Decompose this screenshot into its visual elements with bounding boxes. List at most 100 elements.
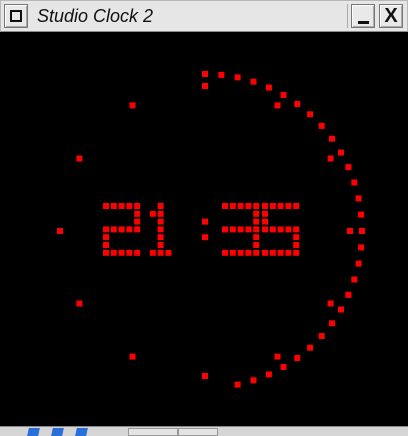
second-dot <box>351 179 358 186</box>
second-dot <box>250 78 257 85</box>
second-dot <box>265 371 272 378</box>
digit-dot <box>262 210 268 217</box>
minimize-icon <box>358 21 369 24</box>
digit-dot <box>237 226 244 233</box>
hour-marker <box>327 155 334 162</box>
colon-dot <box>202 218 208 225</box>
digit-dot <box>222 226 228 233</box>
digit-dot <box>103 249 109 256</box>
digit-dot <box>157 210 164 217</box>
close-button[interactable]: X <box>379 4 403 28</box>
second-dot <box>218 71 225 78</box>
second-dot <box>329 320 335 327</box>
digit-dot <box>277 249 284 256</box>
second-dot <box>307 344 314 351</box>
second-dot <box>358 244 365 251</box>
title-bar[interactable]: Studio Clock 2 X <box>0 0 408 32</box>
hour-marker <box>129 353 136 360</box>
digit-dot <box>277 226 284 233</box>
hour-marker <box>76 155 83 162</box>
digit-dot <box>253 210 260 217</box>
digit-dot <box>126 203 133 209</box>
digit-dot <box>229 203 236 209</box>
second-dot <box>318 333 325 340</box>
hour-marker <box>202 83 208 89</box>
digit-dot <box>110 203 117 209</box>
second-dot <box>338 149 344 156</box>
time-display <box>103 203 300 256</box>
second-dot <box>351 276 358 283</box>
digit-dot <box>103 234 109 241</box>
digit-dot <box>134 226 141 233</box>
second-dot <box>329 135 335 142</box>
hour-marker <box>274 102 281 109</box>
window-menu-icon[interactable] <box>4 4 28 28</box>
hour-marker <box>129 102 136 109</box>
digit-dot <box>277 203 284 209</box>
digit-dot <box>149 249 156 256</box>
digit-dot <box>253 242 260 248</box>
digit-dot <box>245 226 252 233</box>
second-dot <box>358 211 365 218</box>
digit-dot <box>262 249 268 256</box>
digit-dot <box>157 234 164 241</box>
hour-marker <box>347 228 353 234</box>
digit-dot <box>149 210 156 217</box>
hour-marker <box>57 228 63 234</box>
digit-dot <box>245 249 252 256</box>
second-dot <box>280 92 287 98</box>
second-dot <box>355 260 362 267</box>
digit-dot <box>269 249 276 256</box>
second-dot <box>359 228 365 234</box>
digit-dot <box>262 203 268 209</box>
digit-dot <box>126 249 133 256</box>
studio-clock-face <box>57 71 365 388</box>
hour-marker <box>202 373 208 379</box>
digit-dot <box>118 226 125 233</box>
digit-dot <box>285 226 292 233</box>
digit-dot <box>262 218 268 225</box>
digit-dot <box>134 203 141 209</box>
digit-dot <box>253 203 260 209</box>
digit-dot <box>157 226 164 233</box>
hour-markers <box>57 83 353 379</box>
digit-dot <box>253 218 260 225</box>
second-dot <box>294 101 301 107</box>
digit-dot <box>253 234 260 241</box>
minimize-button[interactable] <box>351 4 375 28</box>
second-dot <box>355 195 362 202</box>
digit-dot <box>293 242 300 248</box>
digit-dot <box>237 203 244 209</box>
close-icon: X <box>384 5 398 27</box>
digit-dot <box>134 210 141 217</box>
second-dot <box>294 355 301 361</box>
digit-dot <box>293 234 300 241</box>
second-dot <box>280 364 287 370</box>
hour-marker <box>327 300 334 307</box>
second-dot <box>202 71 208 77</box>
digit-dot <box>285 203 292 209</box>
digit-dot <box>293 203 300 209</box>
digit-dot <box>293 249 300 256</box>
second-dot <box>250 377 257 384</box>
digit-dot <box>237 249 244 256</box>
digit-dot <box>134 218 141 225</box>
studio-clock-window: Studio Clock 2 X <box>0 0 408 436</box>
title-separator <box>347 4 348 28</box>
digit-dot <box>222 249 228 256</box>
second-dot <box>307 111 314 118</box>
digit-dot <box>118 249 125 256</box>
digit-dot <box>262 226 268 233</box>
digit-dot <box>103 226 109 233</box>
digit-dot <box>103 242 109 248</box>
digit-dot <box>165 249 172 256</box>
digit-dot <box>157 242 164 248</box>
second-dot <box>234 381 241 388</box>
digit-dot <box>110 249 117 256</box>
digit-dot <box>229 226 236 233</box>
digit-dot <box>103 203 109 209</box>
digit-dot <box>285 249 292 256</box>
digit-dot <box>157 218 164 225</box>
second-dot <box>265 84 272 91</box>
digit-dot <box>118 203 125 209</box>
